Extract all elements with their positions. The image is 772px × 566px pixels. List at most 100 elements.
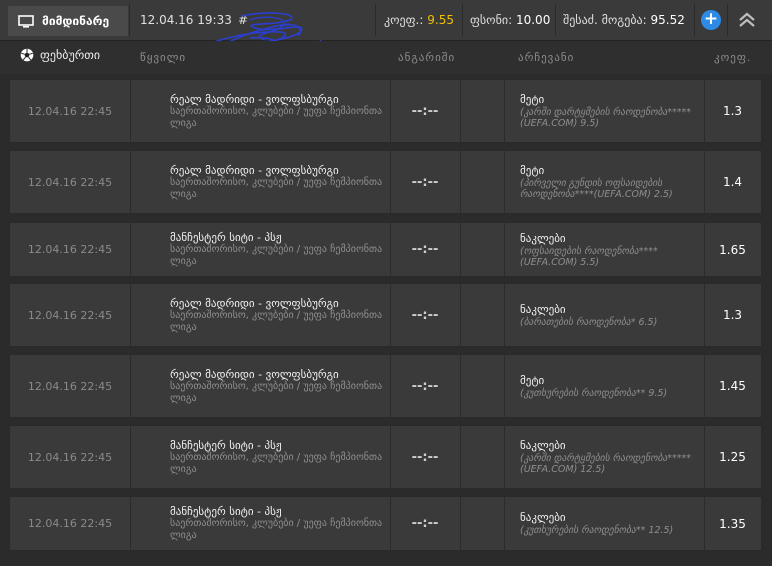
- spacer-cell: [460, 497, 505, 550]
- choice-detail: (ბარათების რაოდენობა* 6.5): [520, 316, 658, 328]
- divider: [129, 4, 130, 36]
- event-name: რეალ მადრიდი - ვოლფსბურგი: [170, 92, 339, 106]
- stake-label: ფსონი:: [470, 13, 513, 27]
- event-score: --:--: [390, 151, 461, 213]
- column-header-score: ანგარიში: [398, 51, 456, 64]
- table-row: 12.04.16 22:45 მანჩესტერ სიტი - პსჟ საერთა…: [9, 222, 763, 277]
- total-coef-label: კოეფ.:: [384, 13, 424, 27]
- choice-name: ნაკლები: [520, 231, 566, 245]
- stake: ფსონი: 10.00: [470, 13, 550, 27]
- event-date: 12.04.16 22:45: [10, 284, 131, 346]
- sport-heading: ფეხბურთი: [20, 48, 100, 62]
- chevron-double-up-icon: [739, 12, 755, 27]
- spacer-cell: [460, 426, 505, 488]
- event-name: მანჩესტერ სიტი - პსჟ: [170, 505, 282, 518]
- event-date: 12.04.16 22:45: [10, 223, 131, 276]
- event-name: მანჩესტერ სიტი - პსჟ: [170, 438, 282, 452]
- table-header: ფეხბურთი წყვილი ანგარიში არჩევანი კოეფ.: [0, 41, 772, 74]
- event-score: --:--: [390, 497, 461, 550]
- table-row: 12.04.16 22:45 მანჩესტერ სიტი - პსჟ საერთა…: [9, 425, 763, 489]
- odds-value: 1.3: [704, 80, 762, 142]
- spacer-cell: [460, 80, 505, 142]
- event-cell: რეალ მადრიდი - ვოლფსბურგი საერთაშორისო, კ…: [130, 355, 391, 417]
- choice-cell: ნაკლები (ოფსაიდების რაოდენობა****(UEFA.CO…: [504, 223, 705, 276]
- event-date: 12.04.16 22:45: [10, 151, 131, 213]
- choice-cell: ნაკლები (ბარათების რაოდენობა* 6.5): [504, 284, 705, 346]
- choice-cell: ნაკლები (კარში დარტყმების რაოდენობა*****(…: [504, 426, 705, 488]
- choice-name: ნაკლები: [520, 511, 566, 524]
- total-coef-value: 9.55: [427, 13, 454, 27]
- event-score: --:--: [390, 80, 461, 142]
- event-date: 12.04.16 22:45: [10, 426, 131, 488]
- column-header-coef: კოეფ.: [714, 51, 752, 64]
- event-score: --:--: [390, 284, 461, 346]
- tab-current-label: მიმდინარე: [42, 14, 110, 28]
- choice-cell: მეტი (კუთხურების რაოდენობა** 9.5): [504, 355, 705, 417]
- divider: [694, 4, 695, 36]
- event-league: საერთაშორისო, კლუბები / უეფა ჩემპიონთა ლ…: [170, 518, 383, 541]
- possible-win-value: 95.52: [650, 13, 685, 27]
- spacer-cell: [460, 355, 505, 417]
- event-league: საერთაშორისო, კლუბები / უეფა ჩემპიონთა ლ…: [170, 451, 383, 475]
- choice-cell: ნაკლები (კუთხურების რაოდენობა** 12.5): [504, 497, 705, 550]
- odds-value: 1.25: [704, 426, 762, 488]
- event-date: 12.04.16 22:45: [10, 497, 131, 550]
- choice-cell: მეტი (კარში დარტყმების რაოდენობა*****(UEF…: [504, 80, 705, 142]
- monitor-icon: [18, 14, 34, 28]
- event-cell: რეალ მადრიდი - ვოლფსბურგი საერთაშორისო, კ…: [130, 284, 391, 346]
- event-cell: მანჩესტერ სიტი - პსჟ საერთაშორისო, კლუბებ…: [130, 223, 391, 276]
- event-name: რეალ მადრიდი - ვოლფსბურგი: [170, 296, 339, 310]
- possible-win: შესაძ. მოგება: 95.52: [563, 13, 685, 27]
- choice-detail: (კუთხურების რაოდენობა** 12.5): [520, 525, 674, 536]
- choice-name: მეტი: [520, 93, 545, 106]
- choice-detail: (ოფსაიდების რაოდენობა****(UEFA.COM) 5.5): [520, 245, 658, 268]
- add-button[interactable]: +: [701, 10, 721, 30]
- event-date: 12.04.16 22:45: [10, 80, 131, 142]
- choice-name: ნაკლები: [520, 439, 566, 452]
- divider: [555, 4, 556, 36]
- event-cell: რეალ მადრიდი - ვოლფსბურგი საერთაშორისო, კ…: [130, 151, 391, 213]
- table-row: 12.04.16 22:45 რეალ მადრიდი - ვოლფსბურგი ს…: [9, 150, 763, 214]
- event-cell: რეალ მადრიდი - ვოლფსბურგი საერთაშორისო, კ…: [130, 80, 391, 142]
- event-league: საერთაშორისო, კლუბები / უეფა ჩემპიონთა ლ…: [170, 309, 383, 333]
- table-row: 12.04.16 22:45 რეალ მადრიდი - ვოლფსბურგი ს…: [9, 79, 763, 143]
- event-name: რეალ მადრიდი - ვოლფსბურგი: [170, 163, 339, 177]
- collapse-button[interactable]: [733, 9, 761, 31]
- event-league: საერთაშორისო, კლუბები / უეფა ჩემპიონთა ლ…: [170, 380, 383, 404]
- event-score: --:--: [390, 426, 461, 488]
- stake-value: 10.00: [515, 13, 551, 27]
- tab-current-bets[interactable]: მიმდინარე: [8, 6, 128, 36]
- possible-win-label: შესაძ. მოგება:: [563, 13, 647, 27]
- odds-value: 1.65: [704, 223, 762, 276]
- choice-detail: (პირველი გუნდის ოფსაიდების რაოდენობა****…: [520, 178, 673, 200]
- football-icon: [20, 48, 34, 62]
- choice-detail: (კარში დარტყმების რაოდენობა*****(UEFA.CO…: [520, 453, 692, 475]
- table-row: 12.04.16 22:45 რეალ მადრიდი - ვოლფსბურგი ს…: [9, 354, 763, 418]
- divider: [375, 4, 376, 36]
- event-league: საერთაშორისო, კლუბები / უეფა ჩემპიონთა ლ…: [170, 176, 383, 200]
- event-league: საერთაშორისო, კლუბები / უეფა ჩემპიონთა ლ…: [170, 244, 383, 267]
- spacer-cell: [460, 151, 505, 213]
- odds-value: 1.35: [704, 497, 762, 550]
- event-league: საერთაშორისო, კლუბები / უეფა ჩემპიონთა ლ…: [170, 105, 383, 129]
- event-score: --:--: [390, 355, 461, 417]
- choice-detail: (კუთხურების რაოდენობა** 9.5): [520, 387, 668, 399]
- choice-name: მეტი: [520, 373, 545, 387]
- total-coef: კოეფ.: 9.55: [384, 13, 454, 27]
- ticket-number-prefix: #: [238, 13, 249, 27]
- divider: [727, 4, 728, 36]
- spacer-cell: [460, 223, 505, 276]
- event-date: 12.04.16 22:45: [10, 355, 131, 417]
- table-row: 12.04.16 22:45 რეალ მადრიდი - ვოლფსბურგი ს…: [9, 283, 763, 347]
- column-header-event: წყვილი: [140, 51, 187, 64]
- choice-detail: (კარში დარტყმების რაოდენობა*****(UEFA.CO…: [520, 107, 692, 129]
- event-cell: მანჩესტერ სიტი - პსჟ საერთაშორისო, კლუბებ…: [130, 497, 391, 550]
- event-name: რეალ მადრიდი - ვოლფსბურგი: [170, 367, 339, 381]
- odds-value: 1.4: [704, 151, 762, 213]
- table-row: 12.04.16 22:45 მანჩესტერ სიტი - პსჟ საერთა…: [9, 496, 763, 551]
- column-header-choice: არჩევანი: [518, 51, 575, 64]
- bet-summary-bar: მიმდინარე 12.04.16 19:33 # კოეფ.: 9.55 ფ…: [0, 0, 772, 41]
- bet-datetime: 12.04.16 19:33: [140, 13, 232, 27]
- choice-cell: მეტი (პირველი გუნდის ოფსაიდების რაოდენობა…: [504, 151, 705, 213]
- odds-value: 1.45: [704, 355, 762, 417]
